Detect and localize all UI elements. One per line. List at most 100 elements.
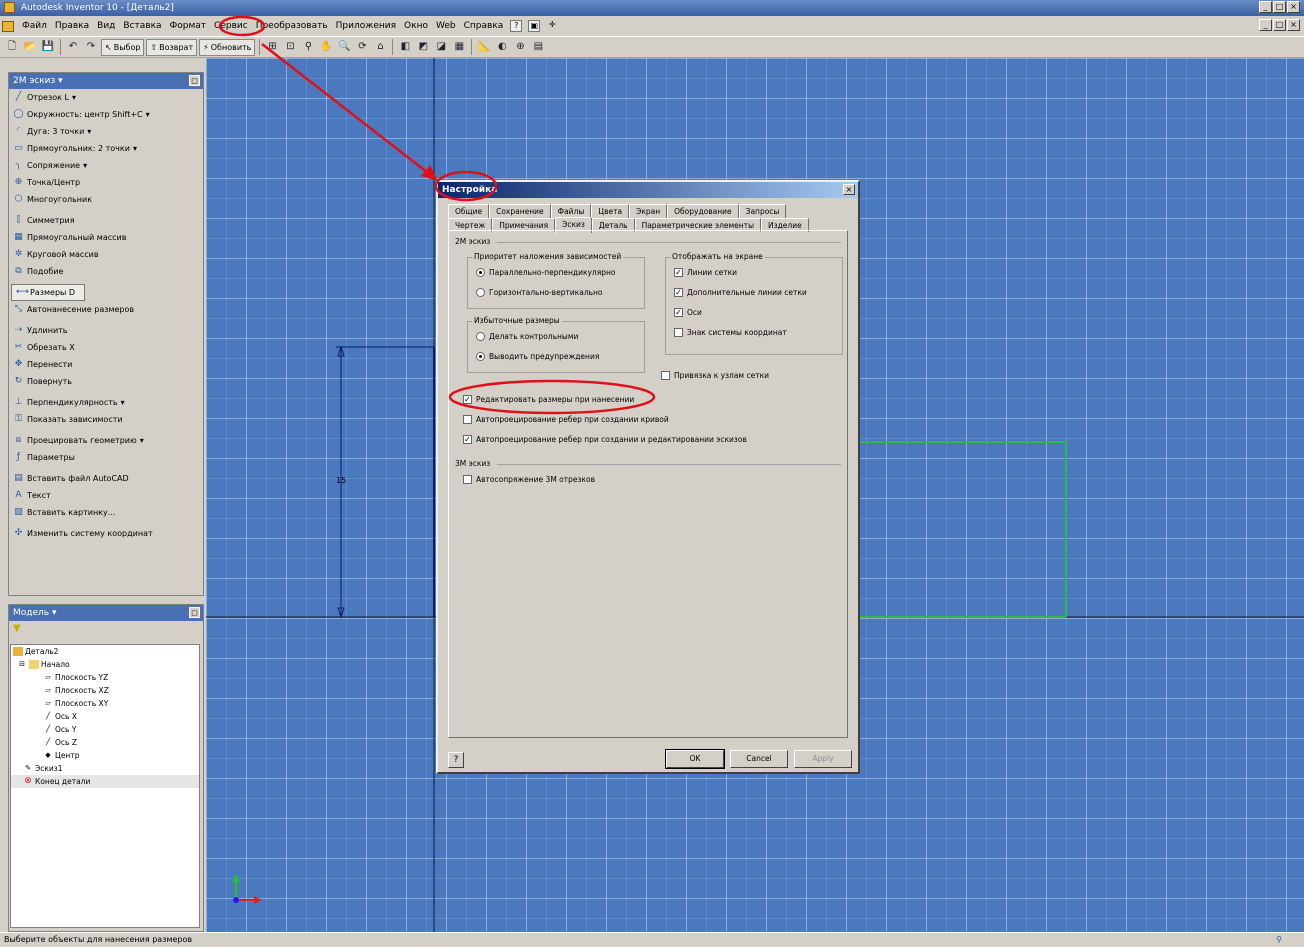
- expand-icon[interactable]: ⊟: [17, 660, 27, 669]
- help-icon[interactable]: ?: [510, 20, 523, 32]
- checkbox-autoproject-curve[interactable]: Автопроецирование ребер при создании кри…: [463, 415, 669, 424]
- doc-restore-icon[interactable]: □: [1273, 19, 1286, 31]
- maximize-icon[interactable]: □: [1273, 1, 1286, 13]
- panel-pin-icon[interactable]: ▢: [189, 607, 200, 618]
- undo-icon[interactable]: ↶: [65, 39, 81, 55]
- tool-insert-image[interactable]: ▨ Вставить картинку...: [9, 504, 203, 521]
- tool-line[interactable]: ╱ Отрезок L ▾: [9, 89, 203, 106]
- dimension-value[interactable]: 15: [336, 476, 346, 485]
- tool-move[interactable]: ✥ Перенести: [9, 356, 203, 373]
- tree-item-plane-yz[interactable]: ▱ Плоскость YZ: [11, 671, 199, 684]
- tool-offset[interactable]: ⧉ Подобие: [9, 263, 203, 280]
- tree-item-axis-x[interactable]: ╱ Ось X: [11, 710, 199, 723]
- update-button[interactable]: ⚡ Обновить: [199, 38, 256, 56]
- dialog-help-icon[interactable]: ?: [448, 752, 464, 768]
- sketch-panel-header[interactable]: 2М эскиз ▾ ▢: [9, 73, 203, 89]
- dialog-close-icon[interactable]: ×: [843, 184, 855, 195]
- open-file-icon[interactable]: 📂: [22, 39, 38, 55]
- ok-button[interactable]: OK: [665, 749, 725, 769]
- menu-applications[interactable]: Приложения: [332, 19, 400, 33]
- measure-icon[interactable]: 📐: [476, 39, 492, 55]
- tab-display[interactable]: Экран: [629, 204, 668, 218]
- tool-extend[interactable]: ⇢ Удлинить: [9, 322, 203, 339]
- tab-colors[interactable]: Цвета: [591, 204, 630, 218]
- tool-text[interactable]: A Текст: [9, 487, 203, 504]
- tab-files[interactable]: Файлы: [550, 204, 592, 218]
- menu-help[interactable]: Справка: [460, 19, 508, 33]
- zoom-selected-icon[interactable]: 🔍: [336, 39, 352, 55]
- zoom-window-icon[interactable]: ⊡: [282, 39, 298, 55]
- checkbox-autofillet-3d[interactable]: Автосопряжение 3М отрезков: [463, 475, 595, 484]
- menu-web[interactable]: Web: [432, 19, 460, 33]
- select-button[interactable]: ↖ Выбор: [101, 38, 145, 56]
- tool-circ-pattern[interactable]: ✲ Круговой массив: [9, 246, 203, 263]
- cancel-button[interactable]: Cancel: [730, 750, 788, 768]
- new-file-icon[interactable]: 🗋: [4, 39, 20, 55]
- radio-parallel-perpendicular[interactable]: Параллельно-перпендикулярно: [476, 268, 616, 277]
- tool-trim[interactable]: ✂ Обрезать X: [9, 339, 203, 356]
- checkbox-autoproject-sketch[interactable]: ✓ Автопроецирование ребер при создании и …: [463, 435, 747, 444]
- doc-close-icon[interactable]: ×: [1287, 19, 1300, 31]
- redo-icon[interactable]: ↷: [83, 39, 99, 55]
- tool-mirror[interactable]: ⫿ Симметрия: [9, 212, 203, 229]
- dialog-titlebar[interactable]: Настройка ×: [438, 182, 858, 198]
- menu-tools[interactable]: Сервис: [210, 19, 252, 33]
- move-icon[interactable]: ✛: [546, 20, 558, 32]
- zoom-icon[interactable]: ⚲: [300, 39, 316, 55]
- minimize-icon[interactable]: _: [1259, 1, 1272, 13]
- tool-arc[interactable]: ◜ Дуга: 3 точки ▾: [9, 123, 203, 140]
- tool-circle[interactable]: ◯ Окружность: центр Shift+C ▾: [9, 106, 203, 123]
- tool-auto-dimension[interactable]: ⤡ Автонанесение размеров: [9, 301, 203, 318]
- layout-icon[interactable]: ▣: [528, 20, 541, 32]
- close-icon[interactable]: ×: [1287, 1, 1300, 13]
- checkbox-edit-dimension-when-created[interactable]: ✓ Редактировать размеры при нанесении: [463, 395, 634, 404]
- menu-insert[interactable]: Вставка: [119, 19, 165, 33]
- tool-insert-autocad[interactable]: ▤ Вставить файл AutoCAD: [9, 470, 203, 487]
- tree-item-origin[interactable]: ⊟ Начало: [11, 658, 199, 671]
- filter-icon[interactable]: ▼: [9, 621, 203, 641]
- tab-hardware[interactable]: Оборудование: [667, 204, 739, 218]
- menu-window[interactable]: Окно: [400, 19, 432, 33]
- radio-apply-driven[interactable]: Делать контрольными: [476, 332, 578, 341]
- tool-rectangle[interactable]: ▭ Прямоугольник: 2 точки ▾: [9, 140, 203, 157]
- checkbox-snap-to-grid[interactable]: Привязка к узлам сетки: [661, 371, 769, 380]
- menu-view[interactable]: Вид: [93, 19, 119, 33]
- zoom-all-icon[interactable]: ⊞: [264, 39, 280, 55]
- tree-item-plane-xz[interactable]: ▱ Плоскость XZ: [11, 684, 199, 697]
- tool-show-constraints[interactable]: ⚿ Показать зависимости: [9, 411, 203, 428]
- radio-warn[interactable]: Выводить предупреждения: [476, 352, 599, 361]
- tab-prompts[interactable]: Запросы: [738, 204, 787, 218]
- tool-dimension[interactable]: ⟷ Размеры D: [11, 284, 85, 301]
- menu-format[interactable]: Формат: [166, 19, 211, 33]
- shadow-icon[interactable]: ◩: [415, 39, 431, 55]
- tool-project-geometry[interactable]: ⧈ Проецировать геометрию ▾: [9, 432, 203, 449]
- save-icon[interactable]: 💾: [40, 39, 56, 55]
- checkbox-coordinate-indicator[interactable]: Знак системы координат: [674, 328, 787, 337]
- menu-file[interactable]: Файл: [18, 19, 51, 33]
- panel-pin-icon[interactable]: ▢: [189, 75, 200, 86]
- checkbox-axes[interactable]: ✓ Оси: [674, 308, 702, 317]
- tool-rotate[interactable]: ↻ Повернуть: [9, 373, 203, 390]
- apply-button[interactable]: Apply: [794, 750, 852, 768]
- rotate-icon[interactable]: ⟳: [354, 39, 370, 55]
- doc-minimize-icon[interactable]: _: [1259, 19, 1272, 31]
- checkbox-minor-grid-lines[interactable]: ✓ Дополнительные линии сетки: [674, 288, 807, 297]
- color-icon[interactable]: ▦: [451, 39, 467, 55]
- tree-item-part[interactable]: Деталь2: [11, 645, 199, 658]
- material-icon[interactable]: ◐: [494, 39, 510, 55]
- center-icon[interactable]: ⊕: [512, 39, 528, 55]
- display-mode-icon[interactable]: ◧: [397, 39, 413, 55]
- tool-edit-coordinate-system[interactable]: ✣ Изменить систему координат: [9, 525, 203, 542]
- tree-item-center[interactable]: ◆ Центр: [11, 749, 199, 762]
- tool-point[interactable]: ⊕ Точка/Центр: [9, 174, 203, 191]
- tab-general[interactable]: Общие: [448, 204, 490, 218]
- menu-edit[interactable]: Правка: [51, 19, 93, 33]
- tree-item-sketch1[interactable]: ✎ Эскиз1: [11, 762, 199, 775]
- tab-save[interactable]: Сохранение: [489, 204, 551, 218]
- radio-horizontal-vertical[interactable]: Горизонтально-вертикально: [476, 288, 603, 297]
- pan-icon[interactable]: ✋: [318, 39, 334, 55]
- look-at-icon[interactable]: ⌂: [372, 39, 388, 55]
- tool-rect-pattern[interactable]: ▦ Прямоугольный массив: [9, 229, 203, 246]
- tool-fillet[interactable]: ╮ Сопряжение ▾: [9, 157, 203, 174]
- tool-perpendicular[interactable]: ⊥ Перпендикулярность ▾: [9, 394, 203, 411]
